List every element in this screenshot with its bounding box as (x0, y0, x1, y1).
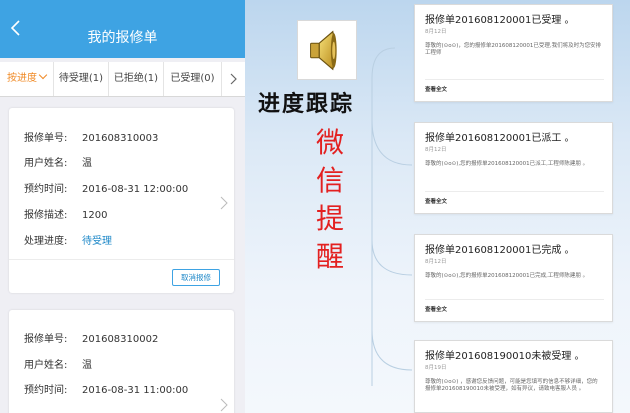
notice-body: 尊敬的(⊙o⊙),您的报修单201608120001已派工,工程师陈建朋 。 (425, 161, 589, 167)
notice-title: 报修单201608120001已受理 。 (425, 15, 575, 26)
notice-date: 8月12日 (425, 259, 447, 265)
vertical-text-char: 信 (315, 164, 344, 197)
notice-date: 8月19日 (425, 365, 447, 371)
vertical-text-char: 提 (315, 202, 344, 235)
wechat-notice-card[interactable]: 报修单201608120001已完成 。 8月12日 尊敬的(⊙o⊙),您的报修… (414, 234, 613, 322)
vertical-text-char: 微 (315, 126, 344, 159)
notice-body: 尊敬的(⊙o⊙),您的报修单201608120001已完成,工程师陈建朋 。 (425, 273, 589, 279)
notice-date: 8月12日 (425, 147, 447, 153)
notice-body: 尊敬的(⊙o⊙) ，感谢您反馈问题，可能是您填写的信息不够详细，您的报修单201… (425, 379, 598, 392)
speaker-icon (297, 20, 357, 80)
divider (425, 79, 604, 80)
view-full-text-link[interactable]: 查看全文 (425, 305, 447, 313)
notice-title: 报修单201608190010未被受理 。 (425, 351, 585, 362)
notice-title: 报修单201608120001已派工 。 (425, 133, 575, 144)
view-full-text-link[interactable]: 查看全文 (425, 197, 447, 205)
view-full-text-link[interactable]: 查看全文 (425, 85, 447, 93)
divider (425, 191, 604, 192)
notice-body: 尊敬的(⊙o⊙)，您的报修单201608120001已受理,我们将及时为您安排工… (425, 43, 602, 56)
divider (425, 299, 604, 300)
wechat-notice-card[interactable]: 报修单201608120001已受理 。 8月12日 尊敬的(⊙o⊙)，您的报修… (414, 4, 613, 102)
wechat-notice-card[interactable]: 报修单201608120001已派工 。 8月12日 尊敬的(⊙o⊙),您的报修… (414, 122, 613, 214)
wechat-notice-card[interactable]: 报修单201608190010未被受理 。 8月19日 尊敬的(⊙o⊙) ，感谢… (414, 340, 613, 413)
notice-title: 报修单201608120001已完成 。 (425, 245, 575, 256)
notice-date: 8月12日 (425, 29, 447, 35)
progress-tracking-title: 进度跟踪 (258, 92, 355, 117)
vertical-text-char: 醒 (315, 240, 344, 273)
